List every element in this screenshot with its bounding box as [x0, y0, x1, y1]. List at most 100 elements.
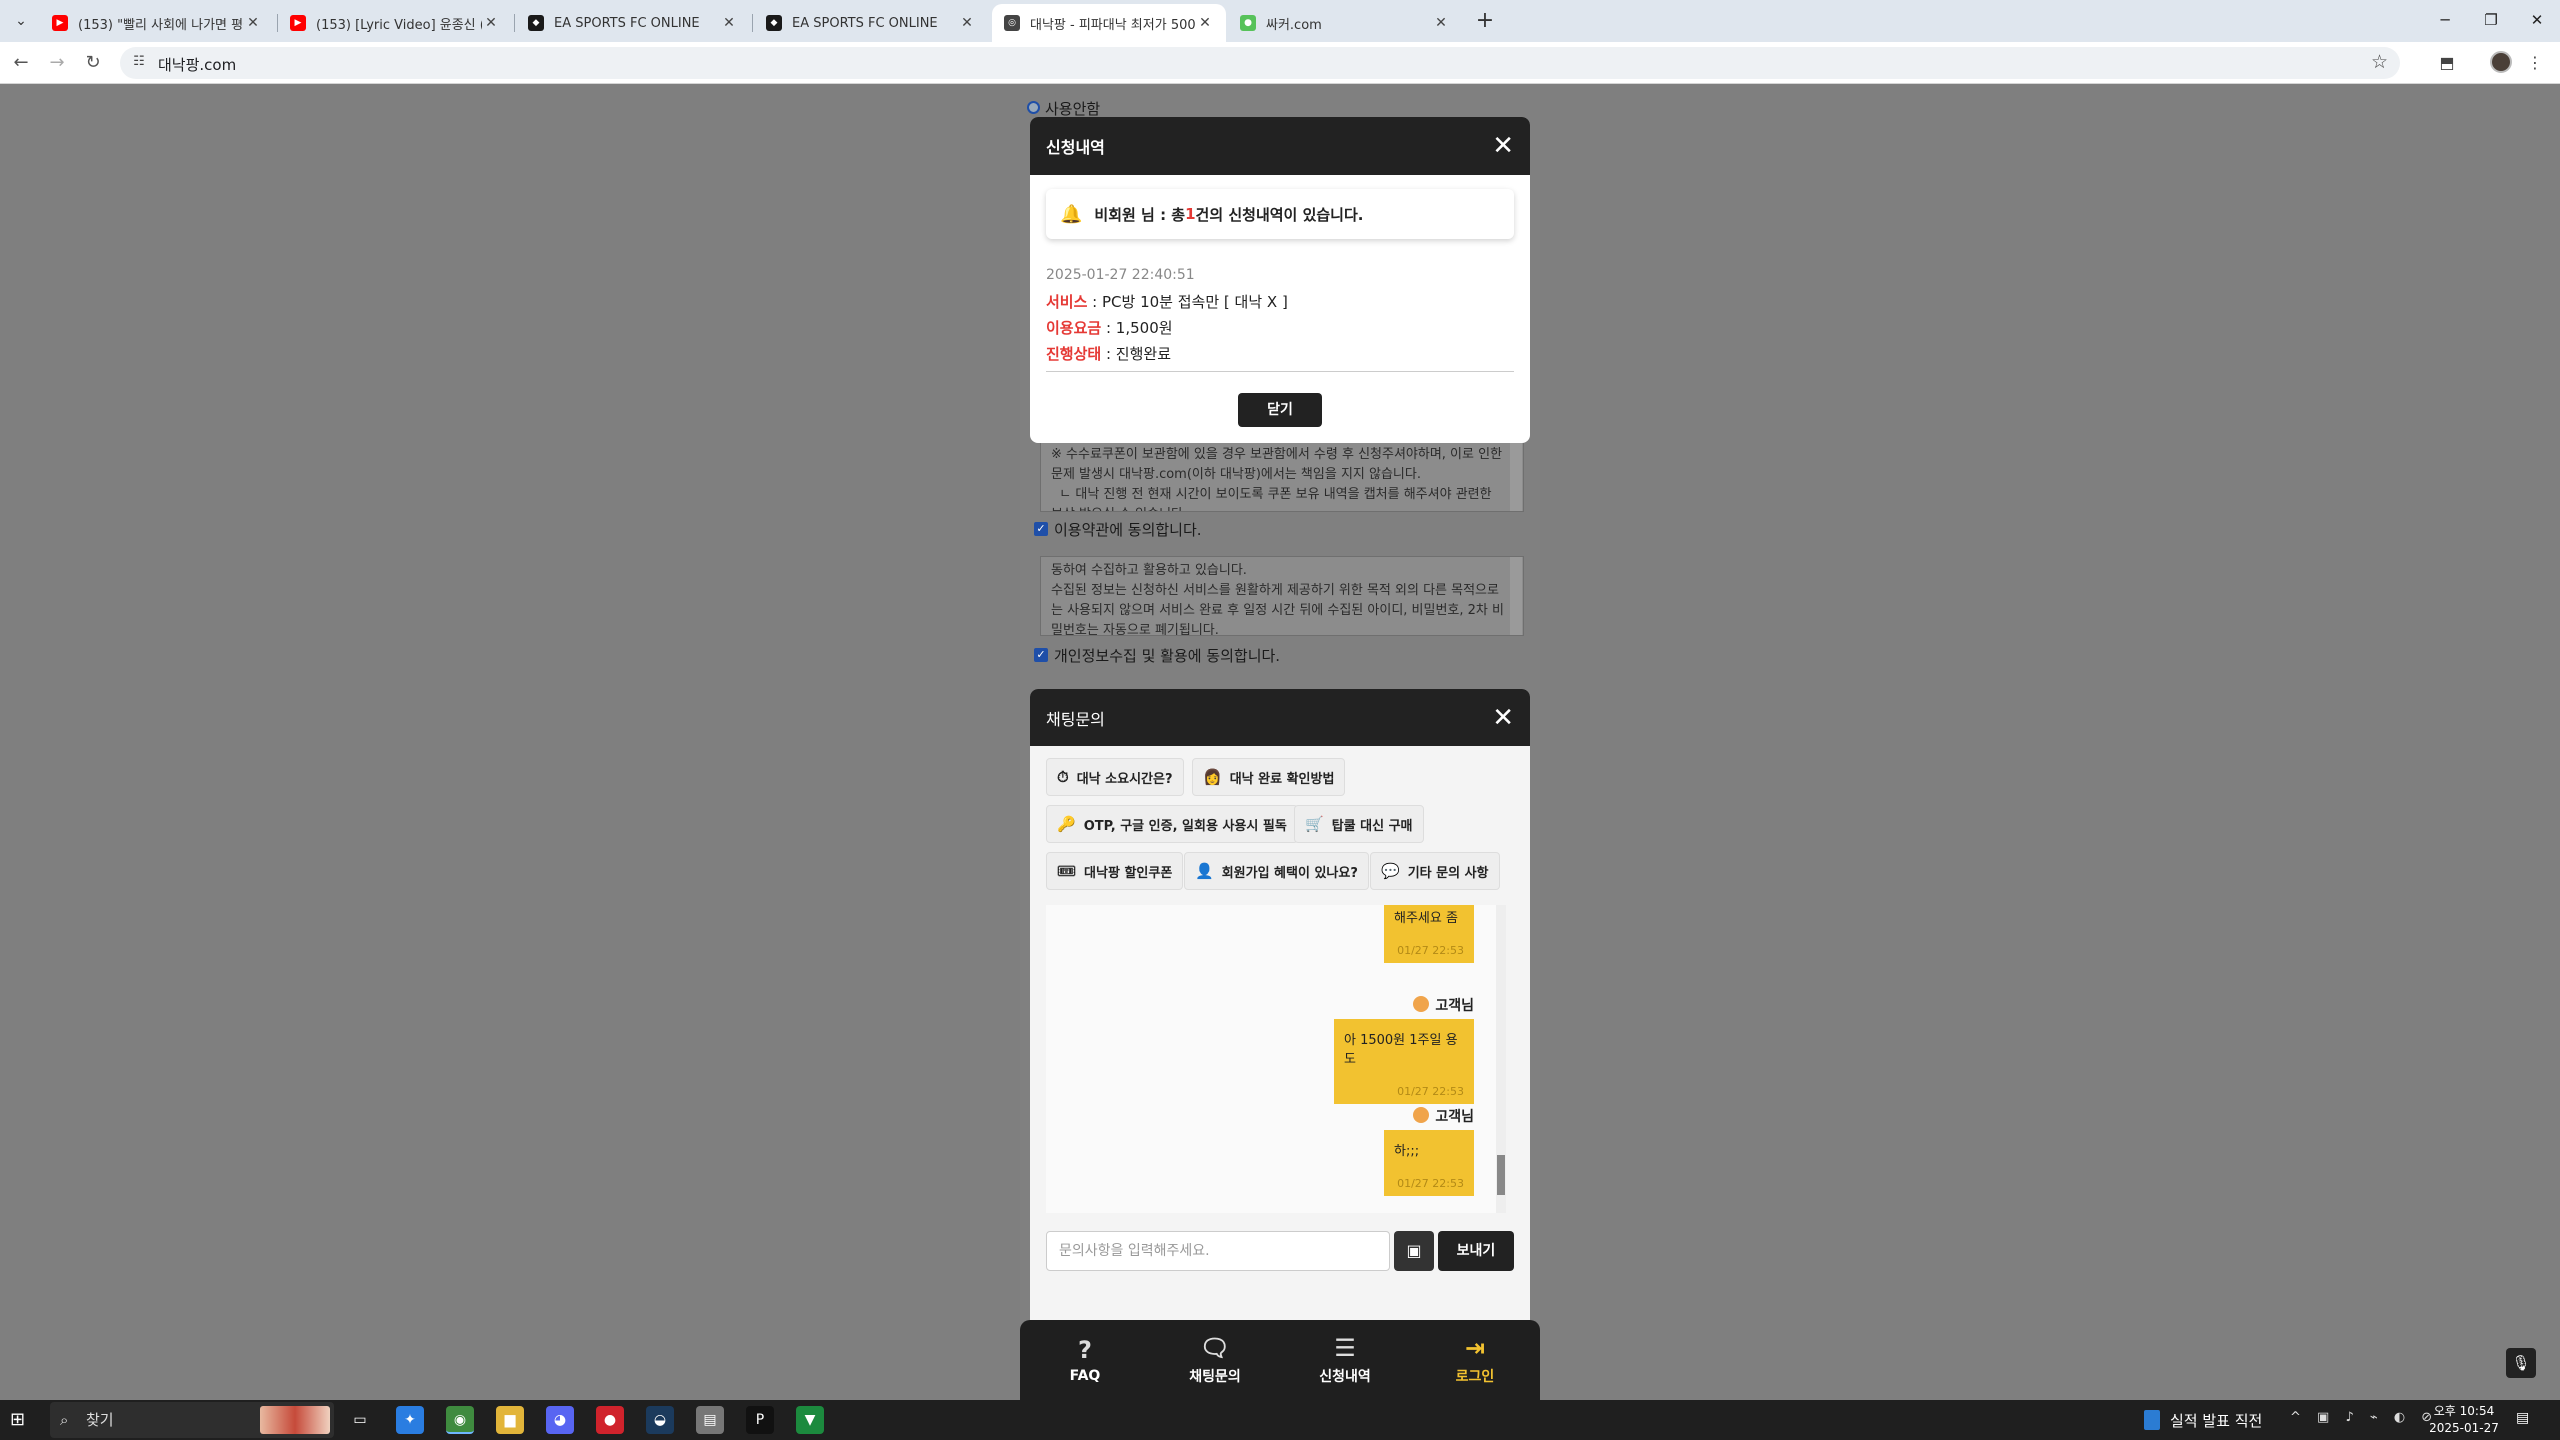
- browser-tab-strip: ⌄ ▶ (153) "빨리 사회에 나가면 평생 ✕ ▶ (153) [Lyri…: [0, 0, 2560, 42]
- microphone-icon[interactable]: 🎙: [2506, 1348, 2536, 1378]
- quick-btn-other[interactable]: 💬 기타 문의 사항: [1370, 852, 1500, 890]
- privacy-checkbox[interactable]: ✓: [1034, 648, 1048, 662]
- privacy-scrollbar[interactable]: [1510, 557, 1522, 635]
- terms-checkbox[interactable]: ✓: [1034, 522, 1048, 536]
- taskbar-search[interactable]: ⌕ 찾기: [50, 1402, 334, 1438]
- service-value: : PC방 10분 접속만 [ 대낙 X ]: [1087, 293, 1288, 311]
- chat-panel: 채팅문의 ✕ ⏱ 대낙 소요시간은? 👩 대낙 완료 확인방법 🔑 OTP, 구글 인…: [1030, 689, 1530, 1320]
- tab-youtube-2[interactable]: ▶ (153) [Lyric Video] 윤종신 (You ✕: [278, 4, 512, 42]
- chat-scrollbar[interactable]: [1496, 905, 1506, 1213]
- close-icon[interactable]: ✕: [1492, 703, 1514, 733]
- app-gray-icon[interactable]: ▤: [696, 1406, 724, 1434]
- quick-btn-purchase[interactable]: 🛒 탑쿨 대신 구매: [1294, 805, 1424, 843]
- nav-login[interactable]: ⇥ 로그인: [1410, 1320, 1540, 1400]
- image-upload-icon[interactable]: ▣: [1394, 1231, 1434, 1271]
- file-explorer-icon[interactable]: ▆: [496, 1406, 524, 1434]
- status-value: : 진행완료: [1101, 345, 1171, 363]
- profile-avatar[interactable]: [2490, 51, 2512, 73]
- document-icon[interactable]: [2144, 1410, 2160, 1430]
- more-menu-icon[interactable]: ⋮: [2520, 48, 2550, 78]
- history-modal: 신청내역 ✕ 🔔 비회원 님 : 총 1 건의 신청내역이 있습니다. 2025-…: [1030, 117, 1530, 443]
- system-tray-icons[interactable]: ^ ▣ ♪ ⌁ ◐ ⊘: [2290, 1410, 2438, 1425]
- sender-name: 고객님: [1435, 1109, 1474, 1125]
- history-notice: 🔔 비회원 님 : 총 1 건의 신청내역이 있습니다.: [1046, 189, 1514, 239]
- steam-icon[interactable]: ◒: [646, 1406, 674, 1434]
- chat-input[interactable]: 문의사항을 입력해주세요.: [1046, 1231, 1390, 1271]
- chip-label: OTP, 구글 인증, 일회용 사용시 필독: [1083, 818, 1287, 834]
- extensions-icon[interactable]: ⬒: [2432, 48, 2462, 78]
- terms-scrollbar[interactable]: [1510, 441, 1522, 511]
- modal-close-button[interactable]: 닫기: [1238, 393, 1322, 427]
- tab-close-icon[interactable]: ✕: [244, 15, 262, 31]
- history-modal-header: 신청내역 ✕: [1030, 117, 1530, 175]
- new-tab-button[interactable]: +: [1470, 6, 1500, 36]
- chat-messages[interactable]: 해주세요 좀 01/27 22:53 고객님 아 1500원 1주일 용도 01…: [1046, 905, 1504, 1213]
- history-service-row: 서비스 : PC방 10분 접속만 [ 대낙 X ]: [1046, 291, 1288, 312]
- quick-btn-otp[interactable]: 🔑 OTP, 구글 인증, 일회용 사용시 필독: [1046, 805, 1298, 843]
- customer-avatar-icon: [1413, 1107, 1430, 1123]
- browser-toolbar: ← → ↻ ☷ 대낙팡.com ☆ ⬒ ⋮: [0, 42, 2560, 84]
- customer-avatar-icon: [1413, 996, 1430, 1012]
- minimize-button[interactable]: ─: [2422, 0, 2468, 40]
- quick-btn-duration[interactable]: ⏱ 대낙 소요시간은?: [1046, 758, 1184, 796]
- app-green-icon[interactable]: ▼: [796, 1406, 824, 1434]
- tray-app-text[interactable]: 실적 발표 직전: [2170, 1410, 2262, 1431]
- bell-icon: 🔔: [1060, 203, 1083, 225]
- tab-close-icon[interactable]: ✕: [482, 15, 500, 31]
- tab-daenakpang[interactable]: ◎ 대낙팡 - 피파대낙 최저가 500 ✕: [992, 4, 1226, 42]
- site-info-icon[interactable]: ☷: [130, 54, 148, 72]
- bookmark-star-icon[interactable]: ☆: [2371, 51, 2388, 73]
- tab-soccer-com[interactable]: ● 싸커.com ✕: [1228, 4, 1462, 42]
- address-bar[interactable]: ☷ 대낙팡.com ☆: [120, 47, 2400, 79]
- notification-icon[interactable]: ▤: [2516, 1410, 2529, 1426]
- tab-youtube-1[interactable]: ▶ (153) "빨리 사회에 나가면 평생 ✕: [40, 4, 274, 42]
- status-label: 진행상태: [1046, 345, 1102, 363]
- tab-close-icon[interactable]: ✕: [1196, 15, 1214, 31]
- window-close-button[interactable]: ✕: [2514, 0, 2560, 40]
- fee-value: : 1,500원: [1101, 319, 1173, 337]
- close-icon[interactable]: ✕: [1492, 131, 1514, 161]
- privacy-textbox[interactable]: 동하여 수집하고 활용하고 있습니다. 수집된 정보는 신청하신 서비스를 원활…: [1040, 556, 1524, 636]
- restore-button[interactable]: ❐: [2468, 0, 2514, 40]
- back-icon[interactable]: ←: [6, 48, 36, 78]
- tab-ea-fc-1[interactable]: ◆ EA SPORTS FC ONLINE ✕: [516, 4, 750, 42]
- tab-search-icon[interactable]: ⌄: [8, 8, 34, 34]
- terms-textbox[interactable]: ※ 수수료쿠폰이 보관함에 있을 경우 보관함에서 수령 후 신청주셔야하며, …: [1040, 440, 1524, 512]
- message-text: 해주세요 좀: [1394, 911, 1458, 926]
- nav-faq[interactable]: ? FAQ: [1020, 1320, 1150, 1400]
- quick-btn-confirm[interactable]: 👩 대낙 완료 확인방법: [1192, 758, 1346, 796]
- quick-btn-membership[interactable]: 👤 회원가입 혜택이 있나요?: [1184, 852, 1369, 890]
- tab-ea-fc-2[interactable]: ◆ EA SPORTS FC ONLINE ✕: [754, 4, 988, 42]
- message-sender: 고객님: [1413, 1106, 1474, 1126]
- nav-history[interactable]: ☰ 신청내역: [1280, 1320, 1410, 1400]
- pycharm-icon[interactable]: P: [746, 1406, 774, 1434]
- tab-close-icon[interactable]: ✕: [958, 15, 976, 31]
- discord-icon[interactable]: ◕: [546, 1406, 574, 1434]
- tab-close-icon[interactable]: ✕: [720, 15, 738, 31]
- taskbar-clock[interactable]: 오후 10:54 2025-01-27: [2424, 1403, 2504, 1437]
- copilot-icon[interactable]: ✦: [396, 1406, 424, 1434]
- fee-label: 이용요금: [1046, 319, 1102, 337]
- radio-label: 사용안함: [1045, 100, 1101, 118]
- windows-start-icon[interactable]: ⊞: [10, 1410, 30, 1430]
- forward-icon[interactable]: →: [42, 48, 72, 78]
- tab-close-icon[interactable]: ✕: [1432, 15, 1450, 31]
- chat-title: 채팅문의: [1046, 709, 1105, 729]
- clock-date: 2025-01-27: [2429, 1421, 2499, 1435]
- tab-title: (153) [Lyric Video] 윤종신 (You: [316, 17, 482, 33]
- scrollbar-thumb[interactable]: [1497, 1155, 1505, 1195]
- speech-icon: 💬: [1381, 862, 1400, 880]
- radio-button[interactable]: [1027, 101, 1040, 114]
- task-view-icon[interactable]: ▭: [346, 1406, 374, 1434]
- youtube-icon: ▶: [290, 15, 306, 31]
- search-highlight-image: [260, 1406, 330, 1434]
- nav-chat[interactable]: 🗨 채팅문의: [1150, 1320, 1280, 1400]
- ea-shield-icon: ◆: [528, 15, 544, 31]
- history-status-row: 진행상태 : 진행완료: [1046, 343, 1171, 364]
- reload-icon[interactable]: ↻: [78, 48, 108, 78]
- chip-label: 탑쿨 대신 구매: [1331, 818, 1413, 834]
- quick-btn-coupon[interactable]: 🎟 대낙팡 할인쿠폰: [1046, 852, 1184, 890]
- app-red-icon[interactable]: ●: [596, 1406, 624, 1434]
- send-button[interactable]: 보내기: [1438, 1231, 1514, 1271]
- chrome-icon[interactable]: ◉: [446, 1406, 474, 1434]
